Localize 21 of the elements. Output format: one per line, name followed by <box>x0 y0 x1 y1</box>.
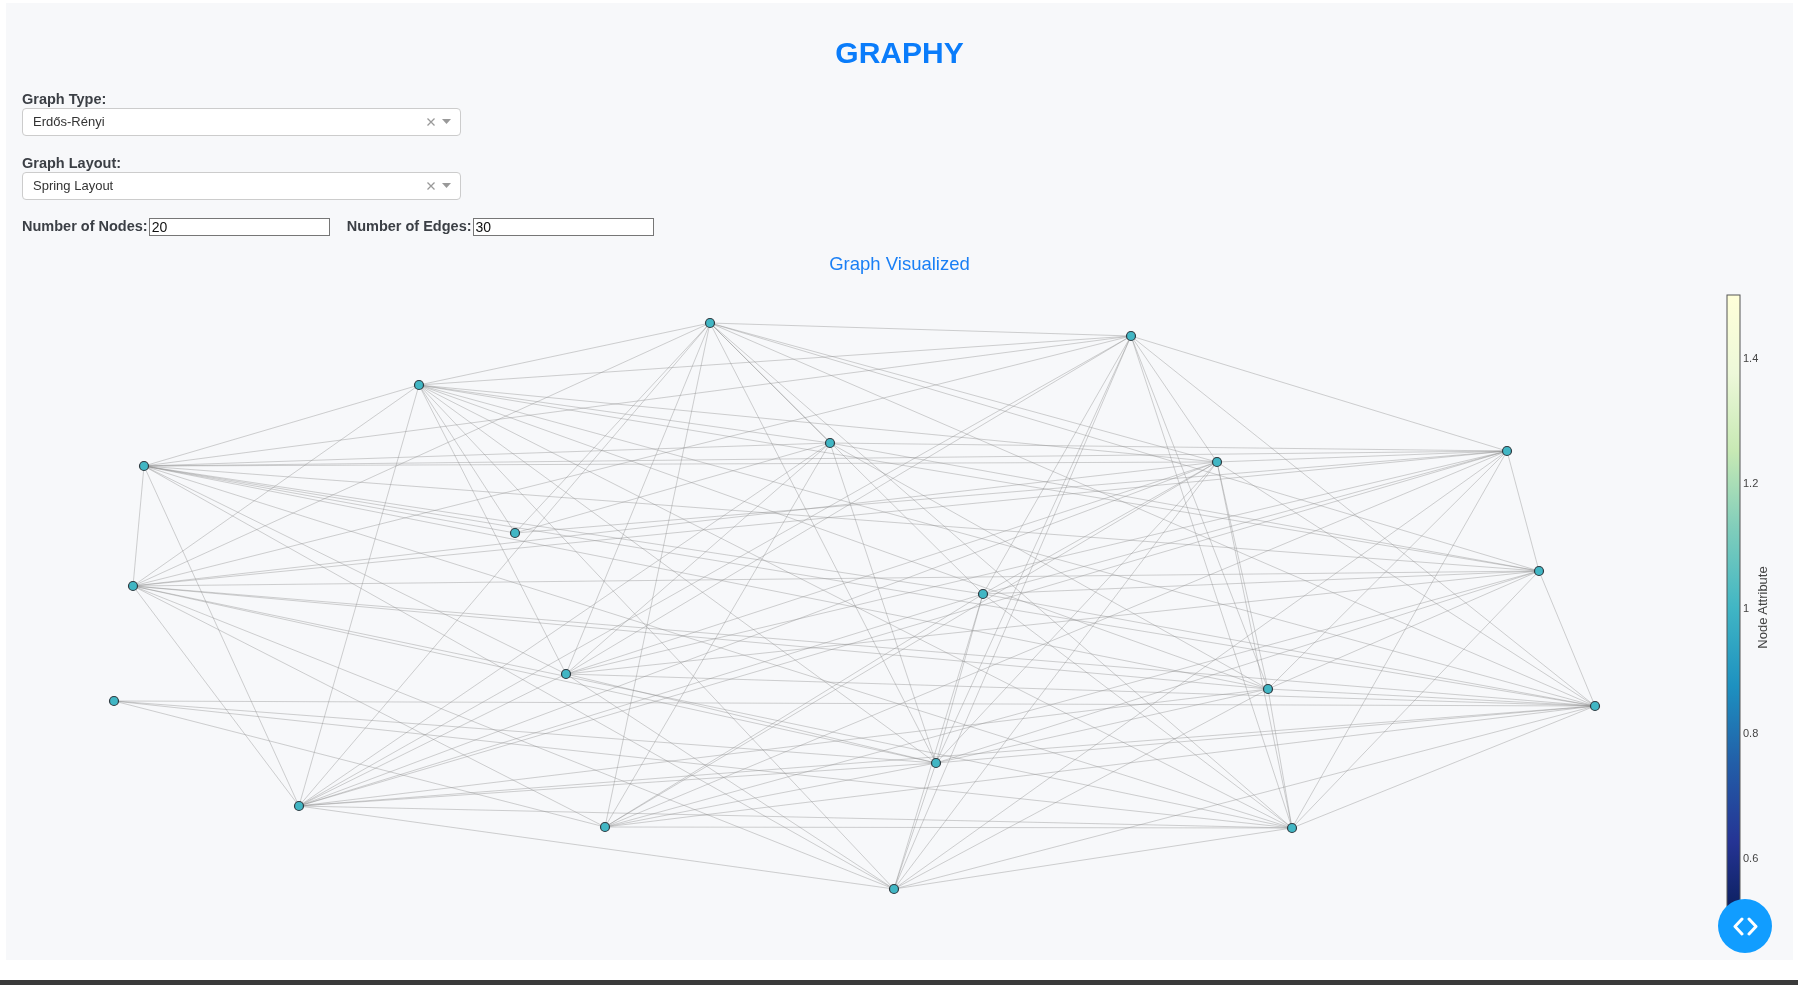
colorbar-tick-label: 0.6 <box>1743 851 1759 863</box>
app-title: GRAPHY <box>835 36 964 69</box>
colorbar-title: Node Attribute <box>1755 565 1771 649</box>
field-label: Graph Layout: <box>22 154 122 172</box>
caret-icon[interactable] <box>442 119 451 124</box>
clear-icon[interactable] <box>427 117 435 126</box>
dropdown-select[interactable]: Spring Layout <box>22 171 461 200</box>
clear-icon[interactable] <box>427 181 435 190</box>
field-label: Number of Nodes: <box>22 218 148 235</box>
number-input[interactable]: 30 <box>472 217 654 236</box>
field-label: Graph Type: <box>22 90 107 108</box>
colorbar-tick-label: 0.8 <box>1743 726 1759 738</box>
colorbar-tick-label: 1.2 <box>1743 476 1759 488</box>
colorbar-tick-label: 1.4 <box>1743 351 1759 363</box>
chart-title: Graph Visualized <box>829 252 970 274</box>
caret-icon[interactable] <box>442 183 451 188</box>
field-label: Number of Edges: <box>346 218 472 235</box>
colorbar-tick-label: 1 <box>1743 601 1750 613</box>
dropdown-select[interactable]: Erdős-Rényi <box>22 107 461 136</box>
number-input[interactable]: 20 <box>148 217 330 236</box>
chevrons-icon <box>1731 916 1759 936</box>
